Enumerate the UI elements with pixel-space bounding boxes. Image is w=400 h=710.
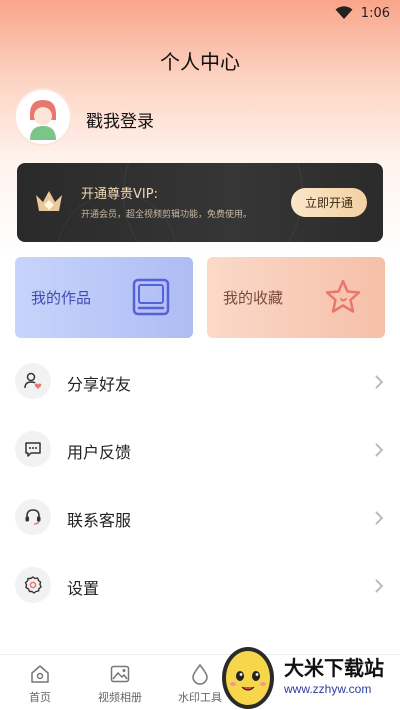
chevron-right-icon <box>375 579 384 593</box>
share-user-icon <box>15 363 51 399</box>
tab-label: 视频相册 <box>98 691 142 704</box>
menu-item-label: 联系客服 <box>67 511 132 530</box>
tab-label: 首页 <box>29 691 51 704</box>
tab-video-album[interactable]: 视频相册 <box>80 663 160 705</box>
my-favorites-tile[interactable]: 我的收藏 <box>207 257 385 338</box>
vip-activate-button[interactable]: 立即开通 <box>291 188 367 217</box>
tab-home[interactable]: 首页 <box>0 663 80 705</box>
menu-item-user-feedback[interactable]: 用户反馈 <box>0 415 400 483</box>
vip-card[interactable]: 开通尊贵VIP: 开通会员，超全视频剪辑功能，免费使用。 立即开通 <box>17 163 383 242</box>
menu-item-settings[interactable]: 设置 <box>0 551 400 619</box>
chevron-right-icon <box>375 443 384 457</box>
headset-icon <box>15 499 51 535</box>
watermark-title: 大米下载站 <box>284 656 384 680</box>
watermark-icon <box>192 663 208 685</box>
wifi-icon <box>335 6 353 19</box>
my-works-tile[interactable]: 我的作品 <box>15 257 193 338</box>
my-favorites-label: 我的收藏 <box>223 289 284 307</box>
login-link[interactable]: 戳我登录 <box>86 107 154 132</box>
feedback-icon <box>15 431 51 467</box>
settings-gear-icon <box>15 567 51 603</box>
menu-item-label: 设置 <box>67 579 100 598</box>
vip-title: 开通尊贵VIP: <box>81 187 158 202</box>
menu-item-share-friends[interactable]: 分享好友 <box>0 347 400 415</box>
watermark-url: www.zzhyw.com <box>284 682 372 696</box>
star-icon <box>325 279 361 313</box>
folder-box-icon <box>132 278 170 316</box>
page-title: 个人中心 <box>160 50 240 74</box>
status-time: 1:06 <box>360 5 390 21</box>
my-works-label: 我的作品 <box>31 289 92 307</box>
status-bar: 1:06 <box>0 0 400 26</box>
site-watermark: 大米下载站 www.zzhyw.com <box>218 638 400 710</box>
avatar[interactable] <box>16 90 70 144</box>
menu-item-label: 用户反馈 <box>67 443 132 462</box>
chevron-right-icon <box>375 511 384 525</box>
home-icon <box>31 665 49 683</box>
menu-item-contact-service[interactable]: 联系客服 <box>0 483 400 551</box>
photo-album-icon <box>110 665 130 683</box>
settings-menu: 分享好友 用户反馈 联系客服 设置 <box>0 347 400 619</box>
egg-mascot-icon <box>222 647 274 709</box>
chevron-right-icon <box>375 375 384 389</box>
crown-icon <box>36 191 62 211</box>
menu-item-label: 分享好友 <box>67 375 132 394</box>
avatar-illustration-icon <box>16 90 70 144</box>
vip-description: 开通会员，超全视频剪辑功能，免费使用。 <box>81 210 253 220</box>
